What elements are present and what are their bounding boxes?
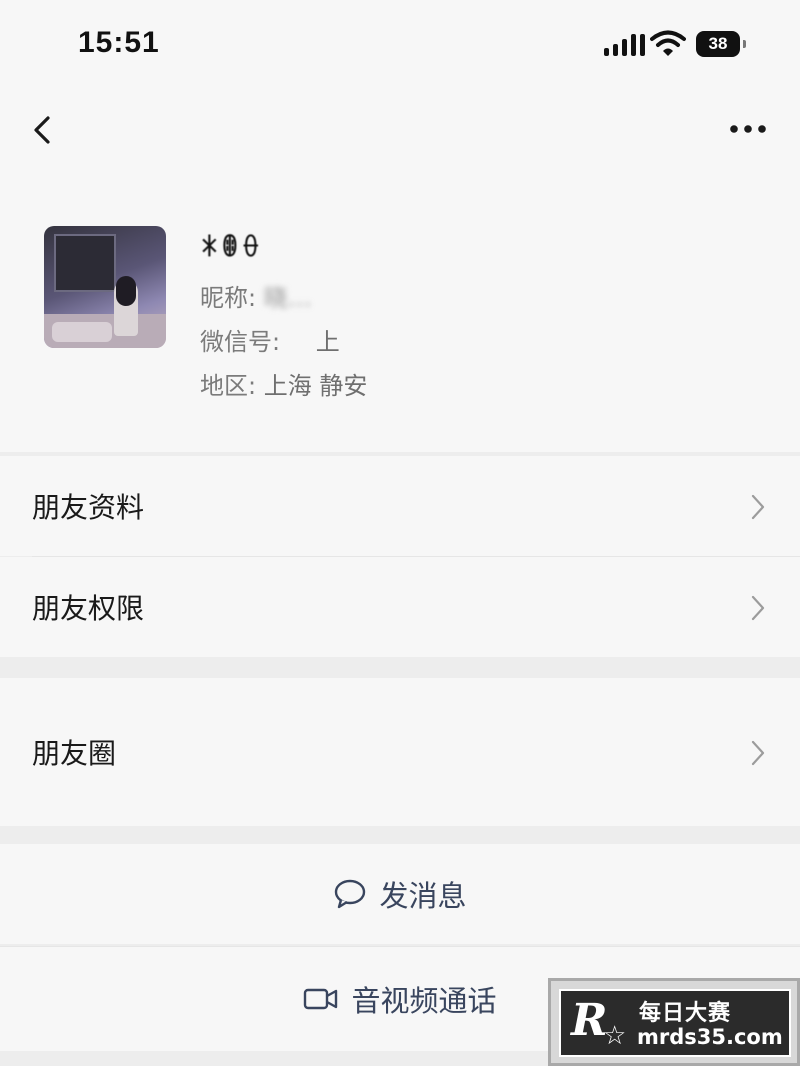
region-line: 地区: 上海 静安 bbox=[200, 366, 367, 401]
nickname-label: 昵称: bbox=[200, 284, 257, 312]
watermark-url: mrds35.com bbox=[637, 1025, 783, 1049]
region-value: 上海 静安 bbox=[263, 372, 368, 400]
chevron-right-icon bbox=[751, 494, 765, 520]
watermark-badge: R ☆ 每日大赛 mrds35.com bbox=[548, 978, 800, 1066]
chevron-right-icon bbox=[751, 740, 765, 766]
chat-bubble-icon bbox=[335, 879, 366, 909]
friend-info-row[interactable]: 朋友资料 bbox=[0, 456, 800, 556]
avatar-hair bbox=[116, 276, 136, 306]
watermark-title: 每日大赛 bbox=[639, 1001, 732, 1026]
moments-row[interactable]: 朋友圈 bbox=[0, 678, 800, 826]
more-dots-icon bbox=[730, 125, 766, 133]
display-name: ꁘꂦꂷ bbox=[200, 230, 262, 262]
send-message-button[interactable]: 发消息 bbox=[0, 844, 800, 944]
chevron-right-icon bbox=[751, 595, 765, 621]
friend-permissions-row[interactable]: 朋友权限 bbox=[0, 557, 800, 657]
chevron-left-icon bbox=[34, 116, 50, 144]
star-icon: ☆ bbox=[603, 1021, 627, 1051]
video-camera-icon bbox=[304, 988, 338, 1010]
battery-level: 38 bbox=[708, 34, 728, 53]
status-bar: 15:51 38 bbox=[0, 0, 800, 90]
battery-icon: 38 bbox=[696, 31, 746, 57]
cellular-signal-icon bbox=[604, 32, 645, 56]
nickname-line: 昵称: 晓… bbox=[200, 278, 312, 313]
wifi-icon bbox=[650, 30, 686, 56]
send-message-label: 发消息 bbox=[379, 879, 467, 913]
watermark-inner: R ☆ 每日大赛 mrds35.com bbox=[559, 989, 791, 1057]
moments-label: 朋友圈 bbox=[32, 737, 117, 770]
friend-info-label: 朋友资料 bbox=[32, 491, 145, 524]
more-options-button[interactable] bbox=[724, 114, 774, 144]
video-call-label: 音视频通话 bbox=[351, 984, 497, 1018]
status-time: 15:51 bbox=[78, 26, 160, 59]
avatar-sheet bbox=[52, 322, 112, 342]
avatar-poster bbox=[54, 234, 116, 292]
region-label: 地区: bbox=[200, 372, 257, 400]
display-name-text: ꁘꂦꂷ bbox=[200, 234, 263, 262]
wechat-id-value: 上 bbox=[315, 328, 340, 356]
profile-header: ꁘꂦꂷ 昵称: 晓… 微信号: 上 地区: 上海 静安 bbox=[0, 180, 800, 452]
wechat-id-label: 微信号: bbox=[200, 328, 281, 356]
wechat-id-line: 微信号: 上 bbox=[200, 322, 340, 357]
nav-bar bbox=[0, 90, 800, 180]
nickname-value: 晓… bbox=[263, 284, 312, 312]
back-button[interactable] bbox=[22, 108, 62, 152]
friend-permissions-label: 朋友权限 bbox=[32, 592, 145, 625]
avatar[interactable] bbox=[44, 226, 166, 348]
